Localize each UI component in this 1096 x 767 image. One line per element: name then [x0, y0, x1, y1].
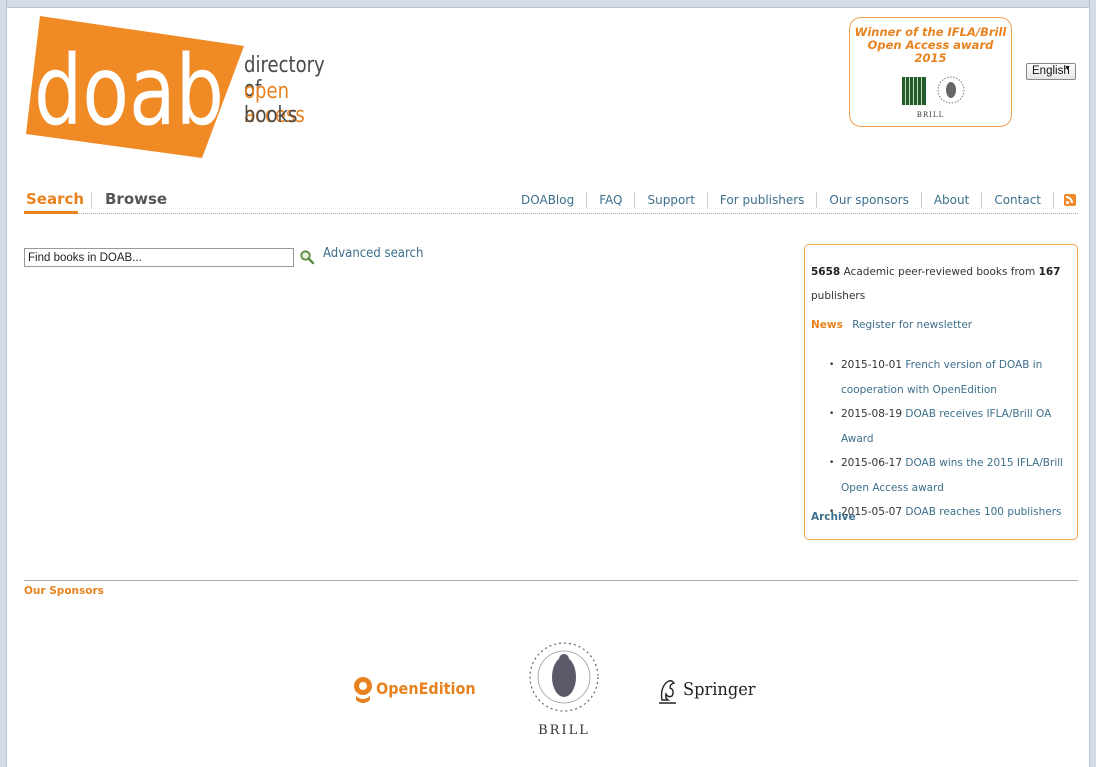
sponsors-divider: [24, 580, 1078, 581]
language-select[interactable]: English ▼: [1026, 63, 1076, 80]
news-date: 2015-10-01: [841, 359, 903, 371]
nav-link-for-publishers[interactable]: For publishers: [708, 192, 818, 208]
nav-link-our-sponsors[interactable]: Our sponsors: [817, 192, 922, 208]
rss-feed-icon[interactable]: [1064, 194, 1076, 206]
brill-name: BRILL: [538, 723, 590, 738]
news-date: 2015-06-17: [841, 457, 903, 469]
info-panel: 5658 Academic peer-reviewed books from 1…: [804, 244, 1078, 540]
nav-link-contact[interactable]: Contact: [982, 192, 1054, 208]
stats-text-part1: Academic peer-reviewed books from: [843, 266, 1036, 278]
nav-link-support[interactable]: Support: [635, 192, 708, 208]
nav-link-faq[interactable]: FAQ: [587, 192, 636, 208]
news-item: 2015-08-19 DOAB receives IFLA/Brill OA A…: [825, 402, 1077, 451]
chevron-down-icon: ▼: [1064, 65, 1071, 72]
sponsors-title: Our Sponsors: [24, 585, 104, 597]
news-list: 2015-10-01 French version of DOAB in coo…: [825, 353, 1077, 525]
search-input[interactable]: [24, 248, 294, 267]
news-item: 2015-10-01 French version of DOAB in coo…: [825, 353, 1077, 402]
doab-logo-mark: doab: [26, 16, 244, 158]
advanced-search-link[interactable]: Advanced search: [323, 246, 423, 261]
stats-text-part2: publishers: [811, 290, 866, 302]
book-count: 5658: [811, 266, 841, 278]
brill-seal-icon: [529, 642, 599, 712]
springer-horse-icon: [659, 680, 676, 704]
nav-link-about[interactable]: About: [922, 192, 983, 208]
nav-link-doablog[interactable]: DOABlog: [521, 192, 588, 208]
tab-browse[interactable]: Browse: [105, 190, 167, 208]
brill-seal-icon: [937, 76, 965, 104]
tab-search[interactable]: Search: [26, 190, 84, 208]
news-item: 2015-06-17 DOAB wins the 2015 IFLA/Brill…: [825, 451, 1077, 500]
openedition-logo[interactable]: OpenEdition: [352, 676, 482, 710]
news-date: 2015-08-19: [841, 408, 903, 420]
tab-search-underline: [24, 211, 78, 214]
award-logos: [850, 73, 1011, 113]
logo-word: doab: [34, 35, 224, 147]
publisher-count: 167: [1038, 266, 1061, 278]
stats-text: 5658 Academic peer-reviewed books from 1…: [811, 260, 1077, 308]
news-title-link[interactable]: DOAB reaches 100 publishers: [905, 506, 1061, 518]
brill-logo[interactable]: BRILL: [524, 637, 604, 745]
top-navigation: DOABlog FAQ Support For publishers Our s…: [521, 192, 1076, 208]
award-line2: Open Access award 2015: [867, 38, 994, 65]
news-item: 2015-05-07 DOAB reaches 100 publishers: [825, 500, 1077, 525]
news-label: News: [811, 319, 843, 331]
news-header: News Register for newsletter: [811, 316, 972, 334]
springer-logo[interactable]: Springer: [656, 676, 776, 712]
register-newsletter-link[interactable]: Register for newsletter: [852, 319, 972, 331]
logo-tagline-line3: books: [244, 103, 298, 128]
search-icon[interactable]: [299, 249, 315, 265]
award-badge[interactable]: Winner of the IFLA/Brill Open Access awa…: [849, 17, 1012, 127]
springer-name: Springer: [683, 679, 756, 700]
openedition-name: OpenEdition: [376, 679, 476, 698]
archive-link[interactable]: Archive: [811, 511, 856, 523]
window-frame-top: [0, 0, 1096, 8]
doab-logo[interactable]: doab directory of open access books: [26, 16, 356, 162]
tab-separator: [91, 192, 92, 208]
window-frame-right: [1089, 0, 1096, 767]
nav-divider: [24, 213, 1078, 214]
window-frame-left: [0, 0, 7, 767]
openedition-icon: [354, 677, 372, 703]
ifla-logo-icon: [902, 77, 926, 105]
